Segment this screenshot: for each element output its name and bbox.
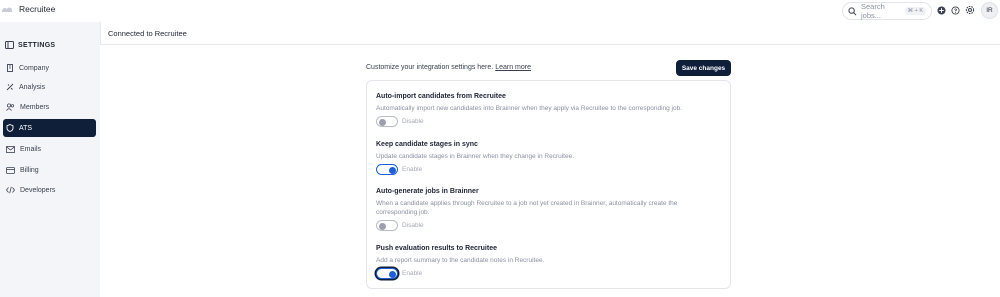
setting-description: When a candidate applies through Recruit… (376, 200, 678, 216)
setting-description: Update candidate stages in Brainner when… (376, 153, 575, 160)
setting-push-evaluation: Push evaluation results to Recruitee Add… (376, 245, 716, 279)
setting-title: Auto-import candidates from Recruitee (376, 93, 506, 100)
sidebar-heading: SETTINGS (5, 36, 55, 54)
gear-icon[interactable] (965, 5, 975, 15)
sidebar-item-label: Billing (20, 166, 39, 174)
recruitee-logo-icon (0, 3, 14, 15)
sidebar-item-label: Emails (20, 145, 42, 153)
sidebar-item-ats[interactable]: ATS (3, 119, 96, 137)
toggle-state-label: Enable (402, 166, 423, 173)
app-name: Recruitee (19, 4, 56, 14)
search-placeholder: Search jobs... (861, 2, 885, 20)
settings-card: Auto-import candidates from Recruitee Au… (366, 80, 731, 289)
auto-generate-jobs-toggle[interactable] (376, 220, 398, 231)
page-title: Connected to Recruitee (108, 29, 187, 38)
search-input[interactable]: Search jobs... ⌘ + K (842, 2, 932, 20)
setting-auto-generate-jobs: Auto-generate jobs in Brainner When a ca… (376, 188, 716, 231)
shield-icon (6, 124, 14, 132)
brand[interactable]: Recruitee (0, 3, 55, 15)
sidebar-item-emails[interactable]: Emails (3, 140, 96, 158)
top-bar: Recruitee Search jobs... ⌘ + K IR (0, 0, 1000, 22)
sidebar-item-label: Developers (20, 186, 56, 194)
setting-title: Keep candidate stages in sync (376, 141, 478, 148)
sidebar-item-label: Members (20, 103, 50, 111)
members-icon (6, 103, 15, 111)
intro-label: Customize your integration settings here… (366, 64, 494, 71)
sidebar-toggle-icon[interactable] (5, 36, 14, 54)
sidebar-heading-label: SETTINGS (18, 41, 56, 49)
setting-auto-import: Auto-import candidates from Recruitee Au… (376, 93, 716, 127)
save-changes-button[interactable]: Save changes (676, 60, 731, 76)
toggle-knob (379, 222, 386, 230)
code-icon (6, 186, 15, 194)
setting-description: Automatically import new candidates into… (376, 105, 683, 112)
sidebar-item-members[interactable]: Members (3, 98, 96, 116)
add-icon[interactable] (937, 5, 946, 15)
toggle-state-label: Disable (402, 118, 424, 125)
main-content: Connected to Recruitee Customize your in… (100, 22, 1000, 297)
intro-text: Customize your integration settings here… (366, 64, 531, 71)
card-icon (6, 166, 15, 174)
stage-sync-toggle[interactable] (376, 164, 398, 175)
analysis-icon (6, 83, 14, 91)
help-icon[interactable] (951, 5, 960, 15)
toggle-state-label: Disable (402, 222, 424, 229)
sidebar-item-label: Company (19, 64, 49, 72)
toggle-knob (388, 166, 396, 174)
avatar[interactable]: IR (981, 2, 998, 19)
sidebar-item-company[interactable]: Company (3, 59, 96, 77)
sidebar: SETTINGS Company Analysis Members ATS Em… (0, 22, 100, 297)
toggle-knob (379, 118, 386, 126)
auto-import-toggle[interactable] (376, 116, 398, 127)
search-shortcut: ⌘ + K (904, 7, 926, 15)
content-header: Connected to Recruitee (100, 22, 1000, 45)
toggle-knob (388, 270, 396, 278)
toggle-state-label: Enable (402, 270, 423, 277)
sidebar-item-developers[interactable]: Developers (3, 181, 96, 199)
setting-title: Auto-generate jobs in Brainner (376, 188, 479, 195)
mail-icon (6, 145, 15, 153)
sidebar-item-label: Analysis (19, 83, 46, 91)
search-icon (848, 6, 857, 16)
setting-description: Add a report summary to the candidate no… (376, 257, 545, 264)
building-icon (6, 64, 14, 72)
sidebar-item-label: ATS (19, 124, 33, 132)
setting-stage-sync: Keep candidate stages in sync Update can… (376, 141, 716, 175)
learn-more-link[interactable]: Learn more (495, 64, 531, 71)
setting-title: Push evaluation results to Recruitee (376, 245, 497, 252)
sidebar-item-billing[interactable]: Billing (3, 161, 96, 179)
sidebar-item-analysis[interactable]: Analysis (3, 78, 96, 96)
push-evaluation-toggle[interactable] (376, 268, 398, 279)
